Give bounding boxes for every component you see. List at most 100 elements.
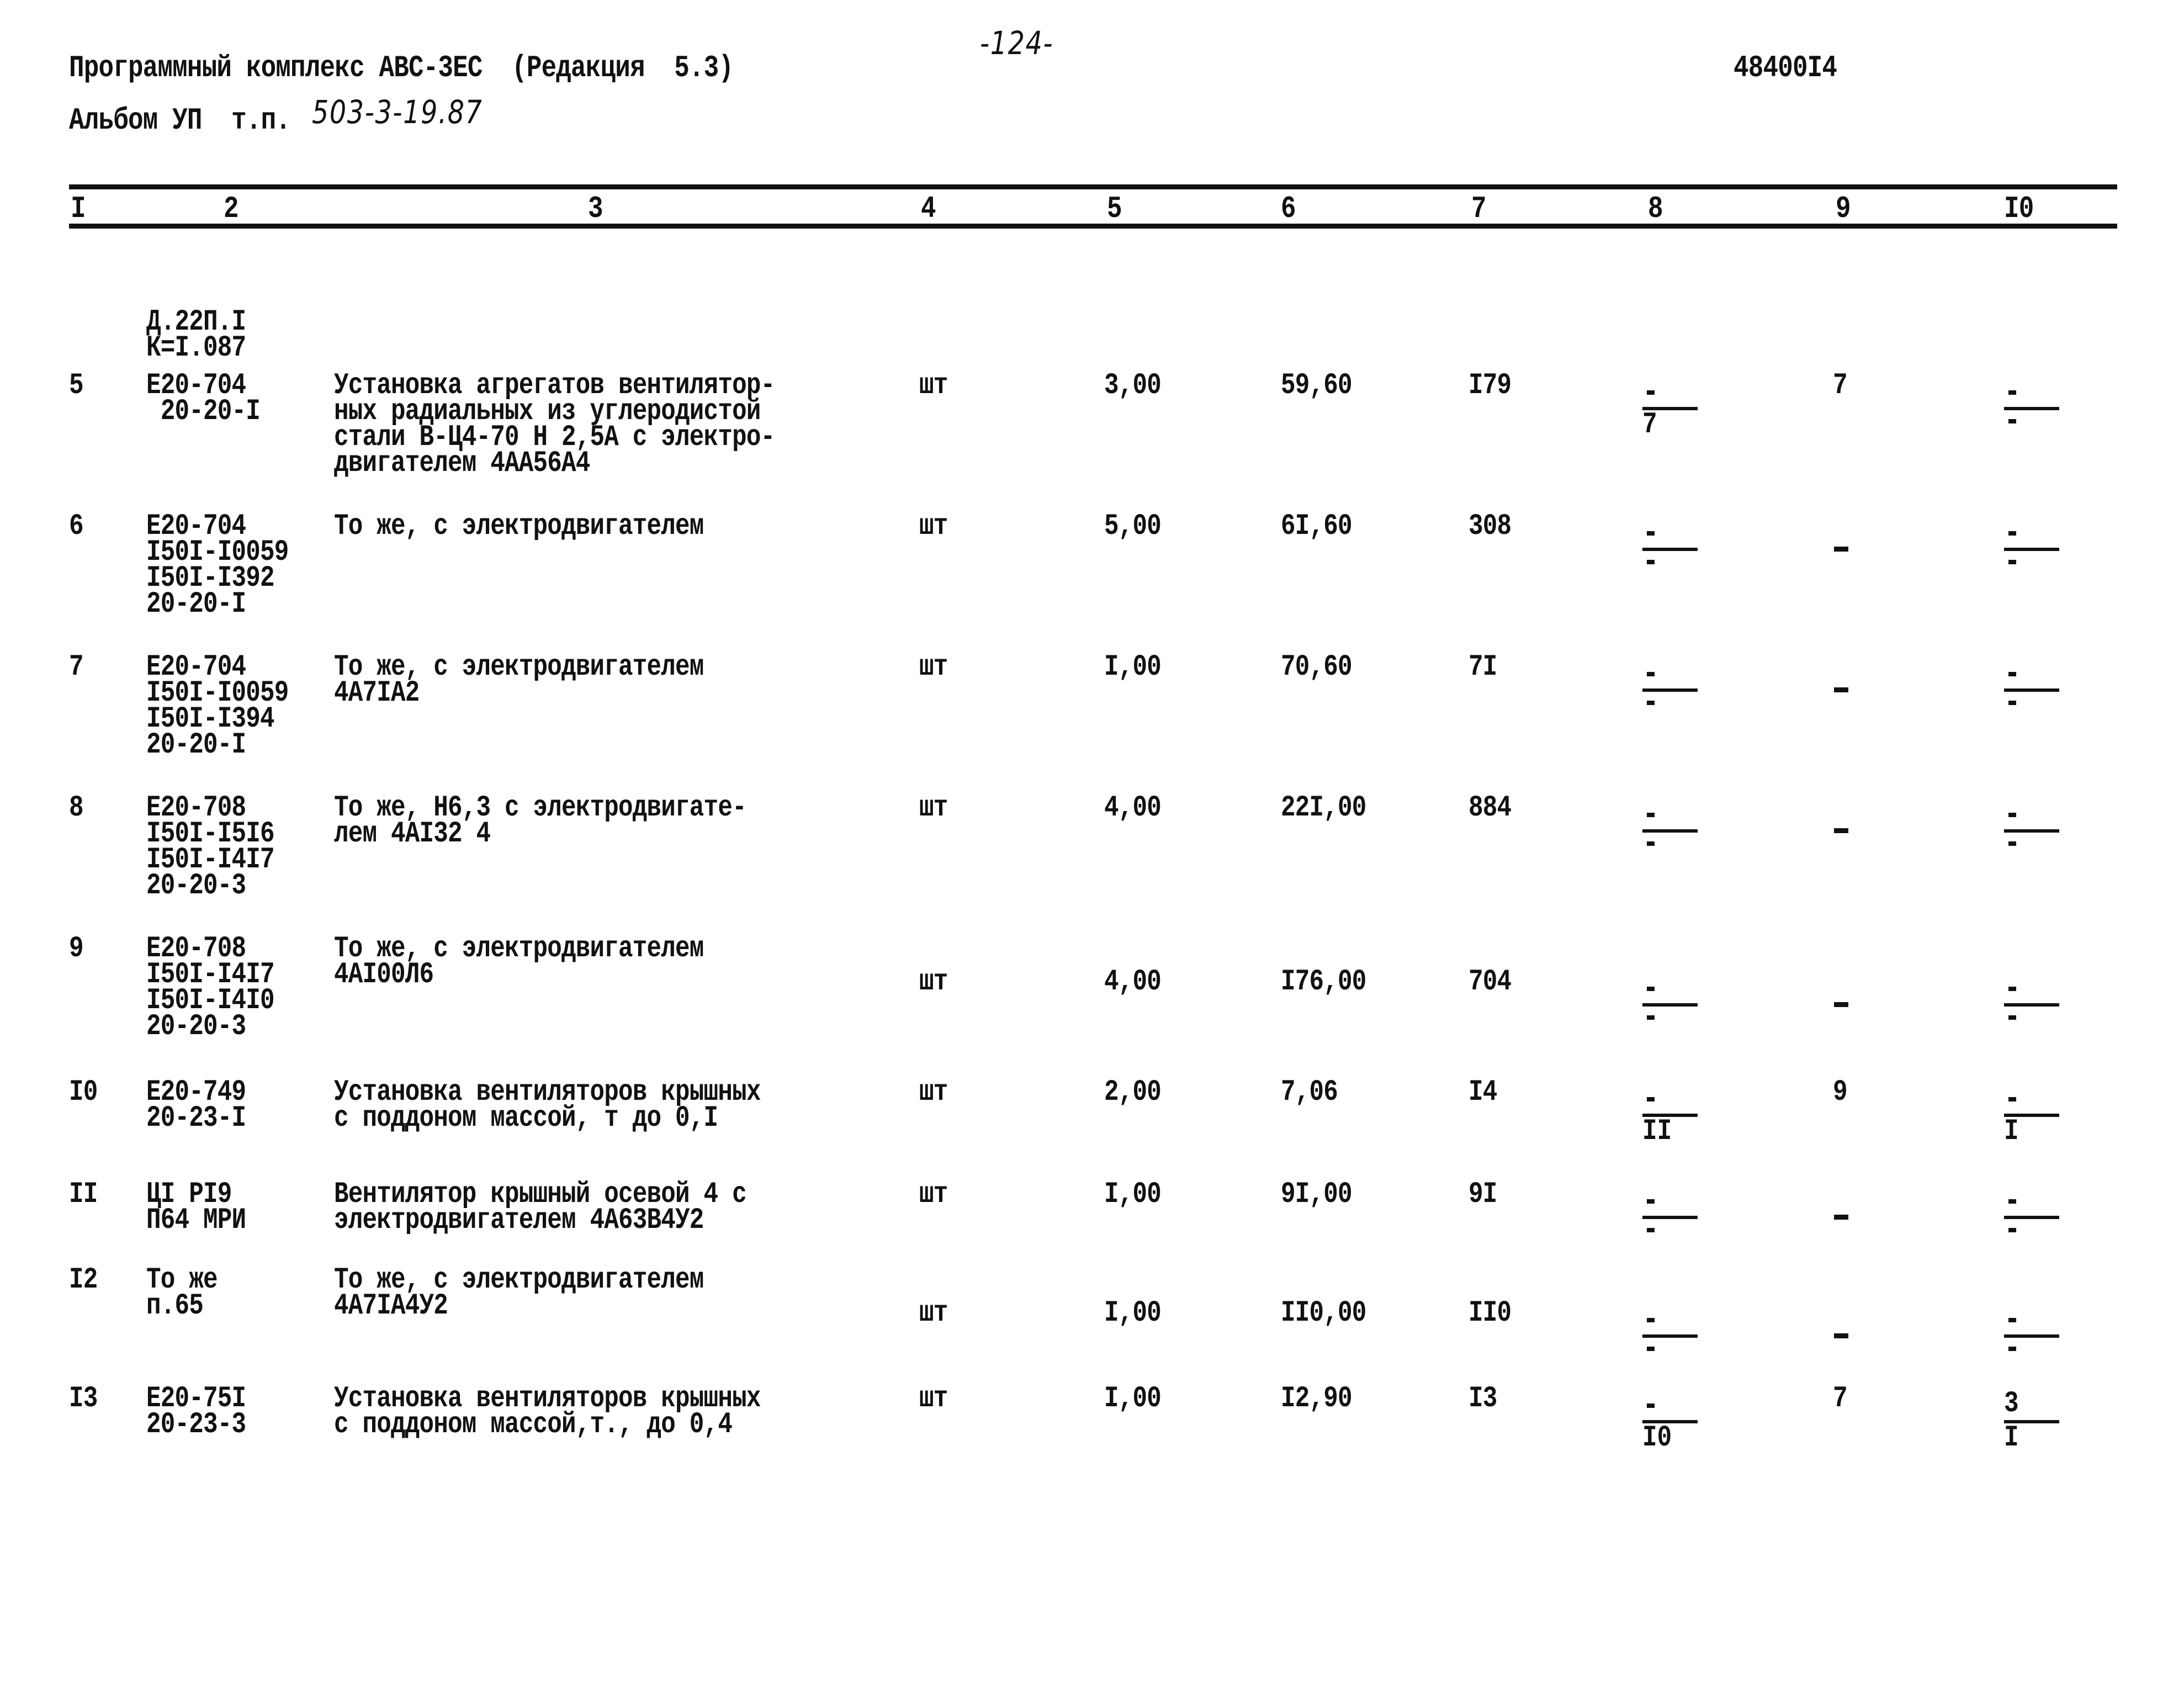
quantity: I,00 <box>1104 1382 1162 1416</box>
fraction-num: 3 <box>2004 1387 2019 1421</box>
fraction-bar <box>2004 1216 2059 1219</box>
total-cost: 9I <box>1469 1178 1497 1211</box>
column-9-dash <box>1834 828 1848 833</box>
fraction-bar <box>1642 1334 1698 1338</box>
fraction-num-dash <box>2008 531 2016 536</box>
column-10-fraction <box>2004 1306 2065 1389</box>
unit: шт <box>919 1178 948 1211</box>
fraction-den-dash <box>1647 701 1655 705</box>
row-number: I3 <box>69 1382 98 1416</box>
column-number-8: 8 <box>1648 191 1663 226</box>
column-10-fraction <box>2004 519 2065 602</box>
fraction-bar <box>2004 829 2059 833</box>
quantity: 2,00 <box>1104 1076 1162 1109</box>
column-8-fraction: II <box>1642 1085 1703 1168</box>
fraction-num-dash <box>2008 1199 2016 1204</box>
row-number: I0 <box>69 1076 98 1109</box>
page-number: -124- <box>980 24 1054 62</box>
fraction-bar <box>2004 688 2059 692</box>
work-description-line: с поддоном массой, т до 0,I <box>334 1101 718 1135</box>
fraction-den-dash <box>2008 701 2016 705</box>
fraction-num-dash <box>1647 672 1655 676</box>
fraction-num-dash <box>2008 672 2016 676</box>
fraction-num-dash <box>2008 1097 2016 1101</box>
total-cost: 704 <box>1469 965 1512 999</box>
norm-code-line: 20-20-I <box>146 395 261 428</box>
fraction-num-dash <box>1647 1097 1655 1101</box>
fraction-den: I <box>2004 1421 2019 1455</box>
unit: шт <box>919 369 948 402</box>
unit: шт <box>919 650 948 684</box>
unit: шт <box>919 1296 948 1330</box>
column-8-fraction: I0 <box>1642 1391 1703 1474</box>
fraction-bar <box>1642 688 1698 692</box>
fraction-bar <box>2004 1334 2059 1338</box>
quantity: I,00 <box>1104 650 1162 684</box>
norm-code-line: 20-20-I <box>146 728 246 762</box>
column-10-fraction: 3I <box>2004 1387 2065 1474</box>
fraction-den: II <box>1642 1115 1672 1148</box>
row-number: 6 <box>69 510 84 543</box>
column-number-4: 4 <box>921 191 936 226</box>
row-number: 8 <box>69 791 84 825</box>
column-8-fraction <box>1642 660 1703 743</box>
fraction-den-dash <box>2008 1015 2016 1020</box>
column-number-5: 5 <box>1107 191 1122 226</box>
work-description-line: 4А7IА4У2 <box>334 1289 448 1323</box>
row-number: 5 <box>69 369 84 402</box>
column-8-fraction <box>1642 1306 1703 1389</box>
norm-code-line: 20-20-I <box>146 587 246 621</box>
column-9-dash <box>1834 1215 1848 1220</box>
fraction-num-dash <box>1647 531 1655 536</box>
work-description-line: с поддоном массой,т., до 0,4 <box>334 1408 733 1442</box>
column-number-3: 3 <box>588 191 603 226</box>
column-10-fraction <box>2004 660 2065 743</box>
column-number-1: I <box>71 191 86 226</box>
total-cost: I79 <box>1469 369 1512 402</box>
fraction-bar <box>1642 1216 1698 1219</box>
row-number: II <box>69 1178 98 1211</box>
column-9-dash <box>1834 687 1848 692</box>
column-number-7: 7 <box>1471 191 1487 226</box>
unit-price: 7,06 <box>1281 1076 1338 1109</box>
column-10-fraction <box>2004 378 2065 461</box>
fraction-den-dash <box>1647 560 1655 564</box>
table-top-rule <box>69 184 2117 189</box>
column-10-fraction <box>2004 801 2065 883</box>
carryover-reference: Д.22П.I К=I.087 <box>146 308 246 363</box>
norm-code-line: 20-20-3 <box>146 1010 246 1044</box>
table-header-bottom-rule <box>69 224 2117 229</box>
column-8-fraction <box>1642 1187 1703 1270</box>
unit: шт <box>919 1382 948 1416</box>
unit-price: 22I,00 <box>1281 791 1366 825</box>
work-description-line: электродвигателем 4А63В4У2 <box>334 1204 704 1237</box>
fraction-den-dash <box>1647 1347 1655 1351</box>
quantity: 3,00 <box>1104 369 1162 402</box>
total-cost: 884 <box>1469 791 1512 825</box>
unit-price: I76,00 <box>1281 965 1366 999</box>
fraction-den-dash <box>2008 1347 2016 1351</box>
fraction-num-dash <box>1647 987 1655 991</box>
fraction-num-dash <box>2008 1318 2016 1322</box>
column-9-dash <box>1834 547 1848 552</box>
work-description-line: 4АI00Л6 <box>334 958 434 992</box>
fraction-den-dash <box>1647 1015 1655 1020</box>
column-number-10: I0 <box>2004 191 2034 226</box>
column-10-fraction <box>2004 1187 2065 1270</box>
column-9-value: 9 <box>1833 1076 1848 1109</box>
fraction-bar <box>1642 1003 1698 1007</box>
fraction-den-dash <box>1647 1228 1655 1232</box>
album-label: Альбом УП т.п. <box>69 103 291 138</box>
fraction-num-dash <box>1647 1403 1655 1408</box>
fraction-den-dash <box>1647 841 1655 846</box>
fraction-num-dash <box>2008 987 2016 991</box>
column-10-fraction: I <box>2004 1085 2065 1168</box>
unit: шт <box>919 791 948 825</box>
unit-price: 59,60 <box>1281 369 1353 402</box>
quantity: I,00 <box>1104 1178 1162 1211</box>
total-cost: II0 <box>1469 1296 1512 1330</box>
column-9-value: 7 <box>1833 1382 1848 1416</box>
row-number: 9 <box>69 932 84 966</box>
work-description-line: 4А7IА2 <box>334 676 420 710</box>
row-number: 7 <box>69 650 84 684</box>
